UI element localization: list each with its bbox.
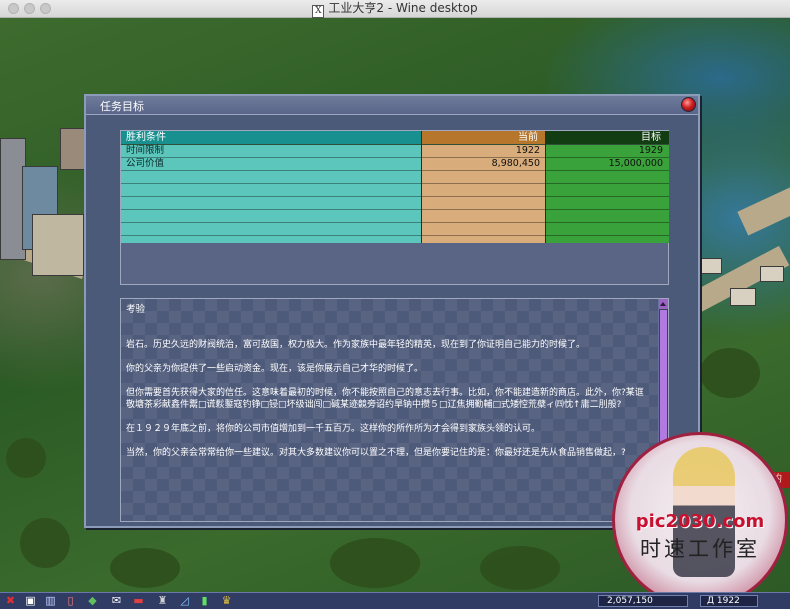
empty-cell: [121, 210, 421, 223]
window-titlebar: X 工业大亨2 - Wine desktop: [0, 0, 790, 18]
description-paragraph: 当然，你的父亲会常常给你一些建议。对其大多数建议你可以置之不理，但是你要记住的是…: [126, 448, 626, 458]
map-tree: [700, 348, 760, 398]
current-value-column: 当前 1922 8,980,450: [421, 131, 546, 243]
x11-app-icon: X: [312, 5, 325, 18]
victory-conditions-table: 胜利条件 时间限制 公司价值 当前 1922 8,980,450 目标 1929…: [120, 130, 669, 285]
car-icon[interactable]: ▬: [132, 594, 145, 607]
window-title-text: 工业大亨2 - Wine desktop: [328, 1, 478, 15]
condition-label-cell: 时间限制: [121, 145, 421, 158]
game-date-display: Д 1922: [700, 595, 758, 607]
map-tree: [6, 438, 46, 478]
empty-cell: [422, 171, 546, 184]
empty-cell: [422, 210, 546, 223]
map-building: [60, 128, 86, 170]
map-road: [737, 186, 790, 236]
map-building: [760, 266, 784, 282]
description-paragraph: 在１９２９年底之前，将你的公司市值增加到一千五百万。这样你的所作所为才会得到家族…: [126, 424, 541, 434]
mission-description-box[interactable]: 考验 岩石。历史久远的财阀统治，富可敌国，权力极大。作为家族中最年轻的精英，现在…: [120, 298, 669, 522]
map-tree: [110, 548, 180, 588]
company-money-display: 2,057,150: [598, 595, 688, 607]
empty-cell: [422, 197, 546, 210]
map-tree: [480, 546, 560, 590]
description-paragraph: 岩石。历史久远的财阀统治，富可敌国，权力极大。作为家族中最年轻的精英，现在到了你…: [126, 340, 586, 350]
empty-cell: [121, 223, 421, 236]
watermark-studio: 时速工作室: [640, 537, 760, 561]
map-building: [730, 288, 756, 306]
window-title: X 工业大亨2 - Wine desktop: [0, 0, 790, 18]
save-disk-icon[interactable]: ▣: [24, 594, 37, 607]
map-building: [32, 214, 84, 276]
empty-cell: [422, 184, 546, 197]
empty-cell: [546, 223, 669, 236]
watermark-logo: pic2030.com 时速工作室: [612, 432, 788, 608]
mission-goals-dialog: 任务目标 胜利条件 时间限制 公司价值 当前 1922 8,980,450 目标…: [84, 94, 700, 528]
target-value-column: 目标 1929 15,000,000: [545, 131, 669, 243]
close-x-icon[interactable]: ✖: [4, 594, 17, 607]
column-header-current: 当前: [422, 131, 546, 145]
mail-icon[interactable]: ✉: [110, 594, 123, 607]
watermark-site: pic2030.com: [635, 511, 765, 532]
condition-label-cell: 公司价值: [121, 158, 421, 171]
column-header-target: 目标: [546, 131, 669, 145]
empty-cell: [546, 171, 669, 184]
empty-cell: [121, 197, 421, 210]
target-value-cell: 1929: [546, 145, 669, 158]
empty-cell: [546, 197, 669, 210]
condition-label-column: 胜利条件 时间限制 公司价值: [121, 131, 421, 243]
trophy-icon[interactable]: ♛: [220, 594, 233, 607]
bar-chart-icon[interactable]: ▮: [198, 594, 211, 607]
target-value-cell: 15,000,000: [546, 158, 669, 171]
description-paragraph: 但你需要首先获得大家的信任。这意味着最初的时候，你不能按照自己的意志去行事。比如…: [126, 388, 644, 410]
empty-cell: [422, 223, 546, 236]
empty-cell: [121, 171, 421, 184]
current-value-cell: 1922: [422, 145, 546, 158]
chart-icon[interactable]: ◿: [178, 594, 191, 607]
empty-cell: [546, 210, 669, 223]
close-dialog-orb-icon[interactable]: [681, 97, 696, 112]
description-paragraph: 你的父亲为你提供了一些启动资金。现在，该是你展示自己才华的时候了。: [126, 364, 424, 374]
empty-cell: [546, 184, 669, 197]
scroll-up-arrow-icon[interactable]: [659, 299, 668, 309]
column-header-condition: 胜利条件: [121, 131, 421, 145]
dialog-header: 任务目标: [86, 96, 698, 115]
description-body: 岩石。历史久远的财阀统治，富可敌国，权力极大。作为家族中最年轻的精英，现在到了你…: [126, 339, 651, 471]
game-taskbar: ✖ ▣ ▥ ▯ ◆ ✉ ▬ ♜ ◿ ▮ ♛ 2,057,150 Д 1922: [0, 592, 790, 609]
scrollbar-thumb[interactable]: [660, 310, 667, 445]
building-icon[interactable]: ▥: [44, 594, 57, 607]
map-tree: [20, 518, 70, 568]
current-value-cell: 8,980,450: [422, 158, 546, 171]
empty-cell: [121, 184, 421, 197]
factory-icon[interactable]: ♜: [156, 594, 169, 607]
map-tree: [330, 538, 420, 588]
train-icon[interactable]: ◆: [86, 594, 99, 607]
map-building: [700, 258, 722, 274]
description-heading: 考验: [126, 304, 146, 315]
document-icon[interactable]: ▯: [64, 594, 77, 607]
dialog-title: 任务目标: [100, 100, 144, 113]
